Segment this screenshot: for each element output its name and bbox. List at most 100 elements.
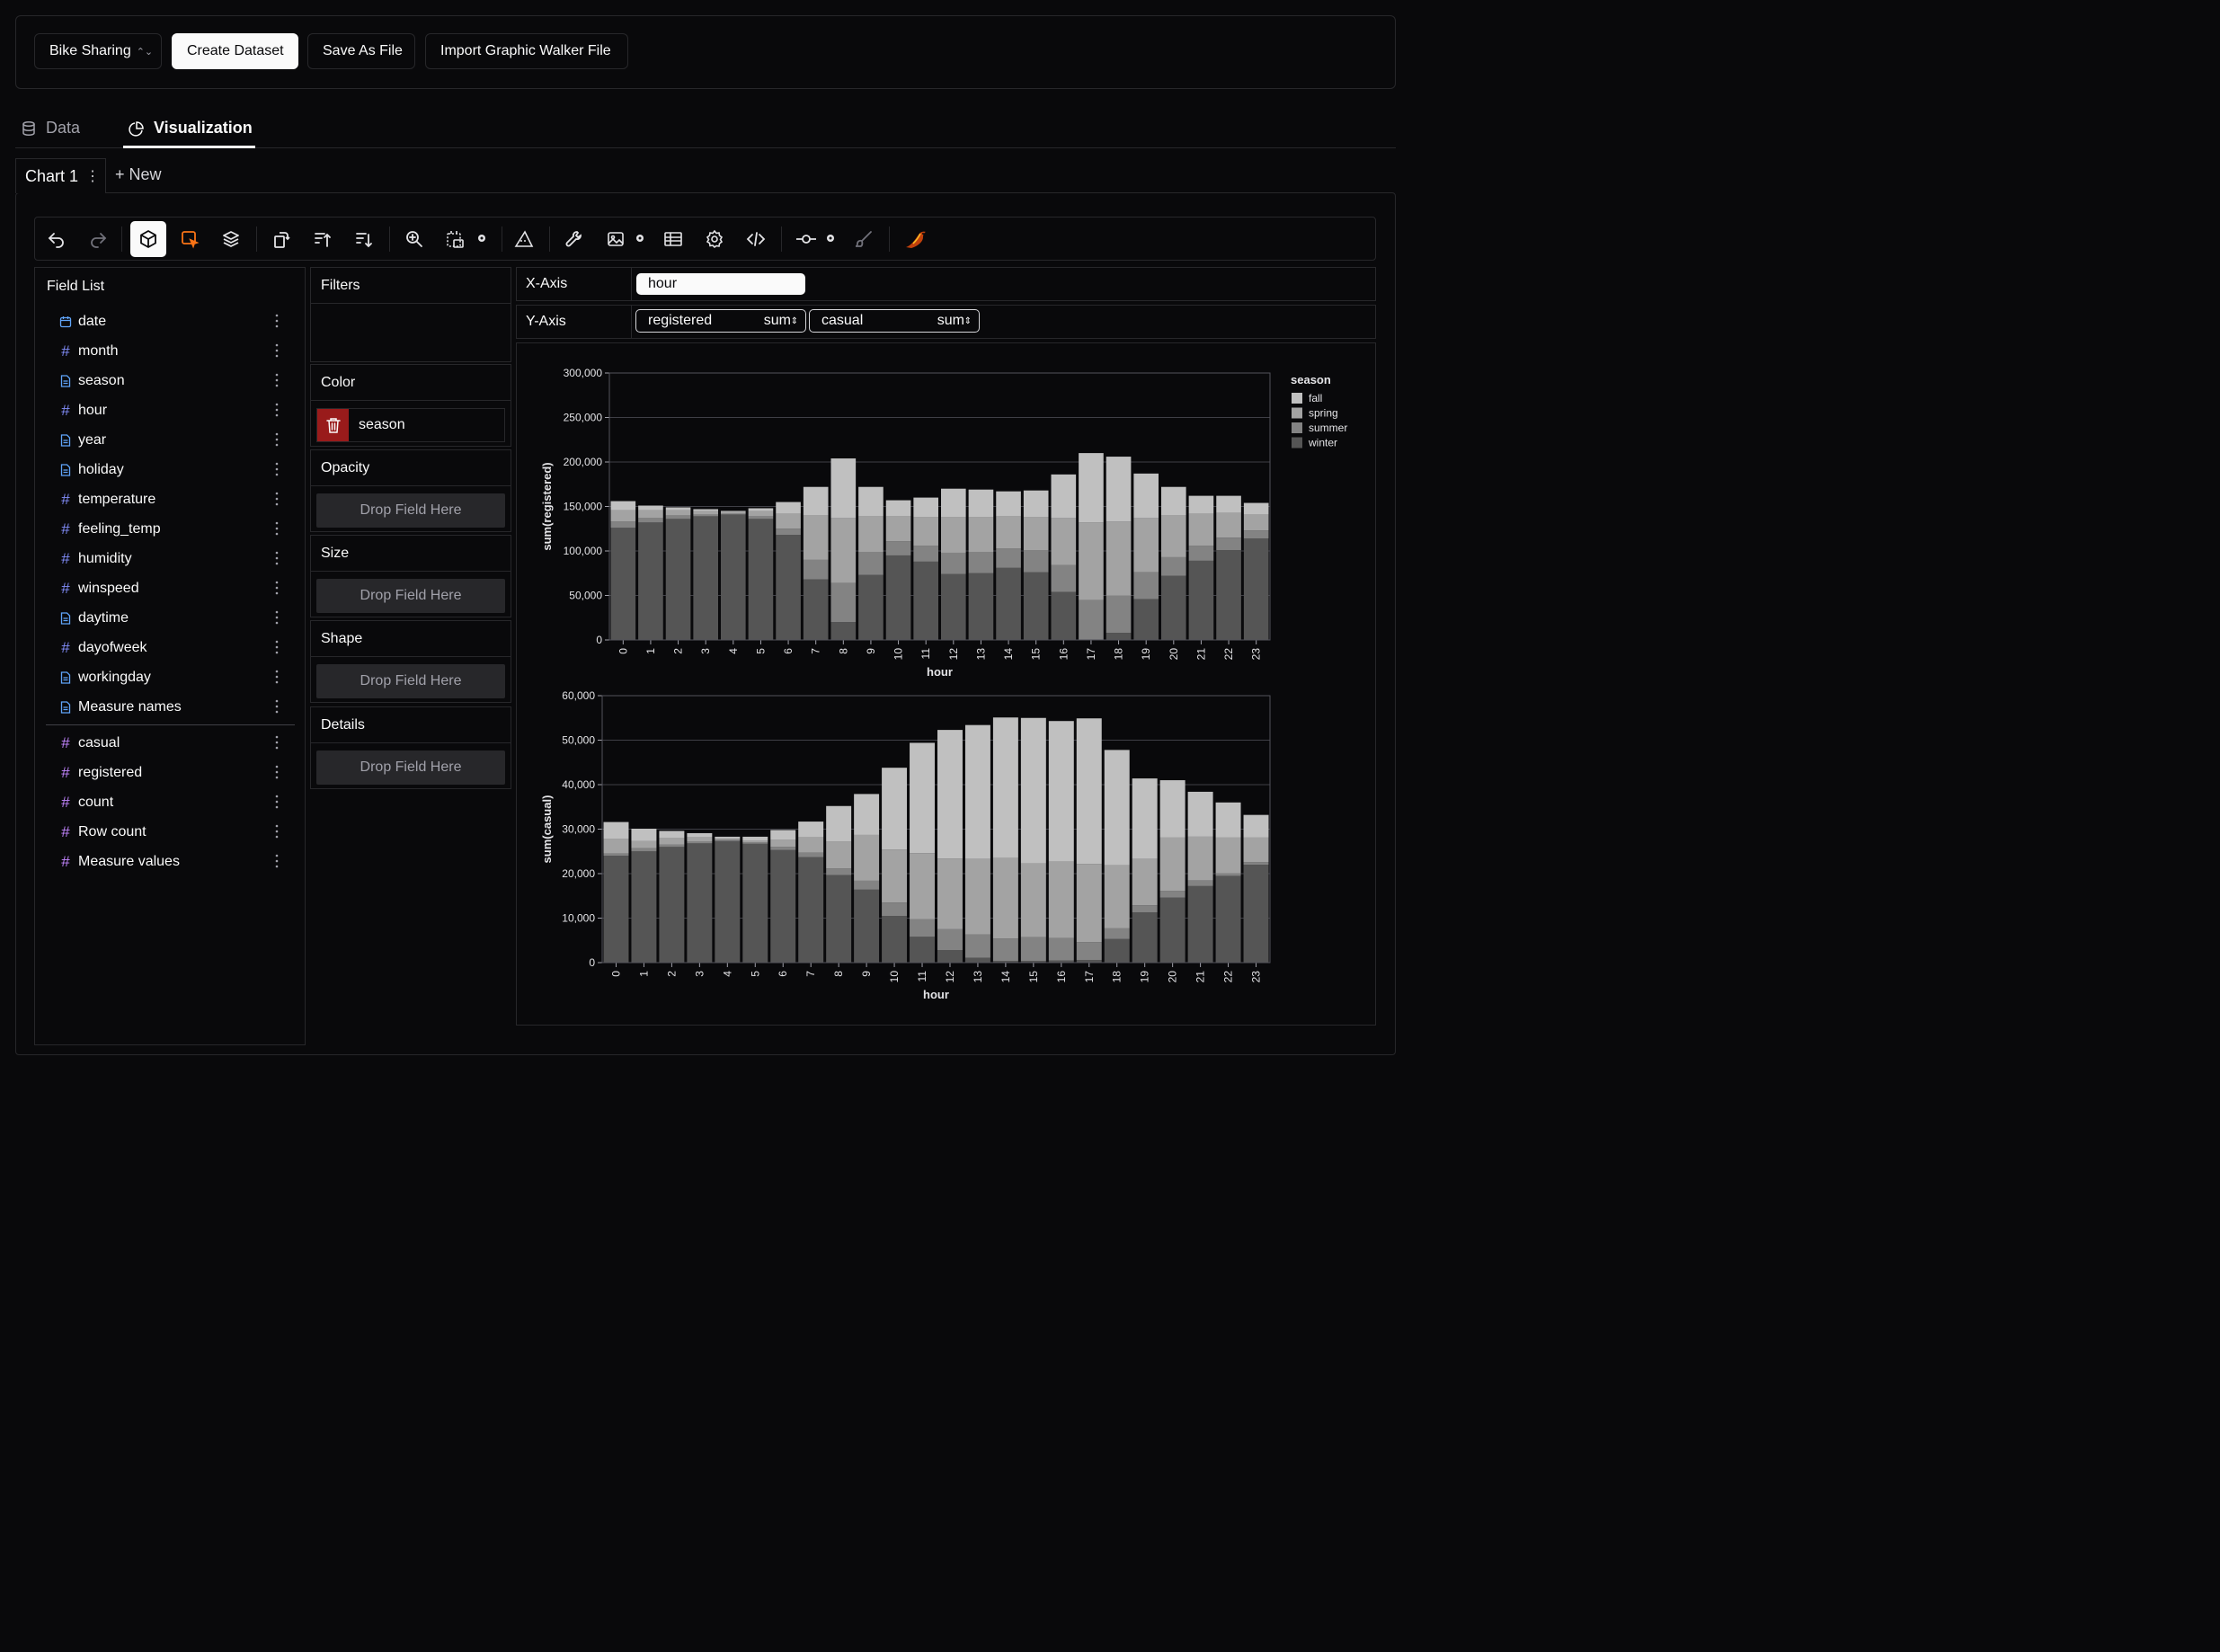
field-item[interactable]: date <box>58 311 291 333</box>
field-item[interactable]: # count <box>58 792 291 813</box>
field-item[interactable]: Measure names <box>58 697 291 718</box>
layout-size-button[interactable] <box>438 221 474 257</box>
more-vertical-icon[interactable] <box>274 372 280 388</box>
more-vertical-icon[interactable] <box>274 669 280 685</box>
redo-button[interactable] <box>80 221 116 257</box>
bar-fall <box>1243 502 1269 515</box>
field-item[interactable]: # Measure values <box>58 851 291 873</box>
code-button[interactable] <box>738 221 774 257</box>
y-tick-label: 0 <box>589 956 595 969</box>
scale-icon <box>514 230 534 247</box>
kanaries-logo-button[interactable] <box>898 221 934 257</box>
paint-button[interactable] <box>846 221 882 257</box>
field-item[interactable]: # Row count <box>58 822 291 843</box>
sort-ascending-button[interactable] <box>305 221 341 257</box>
bar-winter <box>665 519 691 640</box>
gear-icon[interactable] <box>825 233 836 244</box>
dataset-selector[interactable]: Bike Sharing ⌃⌄ <box>34 33 162 69</box>
mark-type-button[interactable] <box>130 221 166 257</box>
x-tick-label: 22 <box>1222 971 1235 983</box>
more-vertical-icon[interactable] <box>274 853 280 869</box>
agg-label[interactable]: sum <box>764 313 791 329</box>
more-vertical-icon[interactable] <box>274 609 280 626</box>
field-item[interactable]: # humidity <box>58 548 291 570</box>
more-vertical-icon[interactable] <box>274 550 280 566</box>
format-button[interactable] <box>556 221 592 257</box>
bar-fall <box>803 486 829 516</box>
y-axis-field-pill-registered[interactable]: registered sum ⇕ <box>635 309 806 333</box>
bar-winter <box>996 567 1021 640</box>
field-item[interactable]: # feeling_temp <box>58 519 291 540</box>
settings-button[interactable] <box>697 221 733 257</box>
field-item[interactable]: # winspeed <box>58 578 291 600</box>
import-file-button[interactable]: Import Graphic Walker File <box>425 33 628 69</box>
chart-svg: 050,000100,000150,000200,000250,000300,0… <box>540 367 1347 1001</box>
scale-button[interactable] <box>506 221 542 257</box>
more-vertical-icon[interactable] <box>274 402 280 418</box>
field-item[interactable]: workingday <box>58 667 291 688</box>
create-dataset-button[interactable]: Create Dataset <box>172 33 298 69</box>
more-vertical-icon[interactable] <box>274 431 280 448</box>
field-item[interactable]: # month <box>58 341 291 362</box>
new-chart-button[interactable]: + New <box>115 158 162 191</box>
more-vertical-icon[interactable] <box>274 342 280 359</box>
more-vertical-icon[interactable] <box>274 764 280 780</box>
x-tick-label: 13 <box>974 648 987 661</box>
x-tick-label: 2 <box>672 648 685 654</box>
bar-winter <box>1161 575 1186 640</box>
gear-icon[interactable] <box>476 233 487 244</box>
bar-spring <box>1215 837 1241 874</box>
agg-label[interactable]: sum <box>937 313 964 329</box>
more-vertical-icon[interactable] <box>274 461 280 477</box>
data-table-button[interactable] <box>655 221 691 257</box>
bar-winter <box>770 849 796 963</box>
more-vertical-icon[interactable] <box>274 794 280 810</box>
commit-button[interactable] <box>788 221 824 257</box>
more-vertical-icon[interactable] <box>274 823 280 839</box>
sort-descending-button[interactable] <box>346 221 382 257</box>
legend-label: winter <box>1308 437 1337 449</box>
bar-summer <box>770 847 796 850</box>
field-item[interactable]: holiday <box>58 459 291 481</box>
more-vertical-icon[interactable] <box>274 313 280 329</box>
interaction-button[interactable] <box>172 221 208 257</box>
tab-data[interactable]: Data <box>21 108 80 148</box>
save-as-file-button[interactable]: Save As File <box>307 33 415 69</box>
transpose-button[interactable] <box>263 221 299 257</box>
bar-winter <box>715 840 741 963</box>
gear-icon[interactable] <box>635 233 645 244</box>
bar-spring <box>1188 513 1214 546</box>
field-item[interactable]: # hour <box>58 400 291 422</box>
more-vertical-icon[interactable] <box>274 491 280 507</box>
tab-visualization[interactable]: Visualization <box>129 108 253 148</box>
field-item[interactable]: # casual <box>58 733 291 754</box>
more-vertical-icon[interactable] <box>274 639 280 655</box>
trash-icon[interactable] <box>317 409 349 441</box>
chevron-updown-icon: ⇕ <box>790 315 798 326</box>
export-image-button[interactable] <box>598 221 634 257</box>
more-vertical-icon[interactable] <box>274 734 280 751</box>
field-item[interactable]: year <box>58 430 291 451</box>
more-vertical-icon[interactable] <box>274 520 280 537</box>
field-item[interactable]: daytime <box>58 608 291 629</box>
opacity-drop-zone[interactable]: Drop Field Here <box>316 493 505 528</box>
more-vertical-icon[interactable]: ⋮ <box>85 167 100 185</box>
y-axis-field-pill-casual[interactable]: casual sum ⇕ <box>809 309 980 333</box>
more-vertical-icon[interactable] <box>274 698 280 715</box>
shape-drop-zone[interactable]: Drop Field Here <box>316 664 505 698</box>
field-item[interactable]: # dayofweek <box>58 637 291 659</box>
details-drop-zone[interactable]: Drop Field Here <box>316 751 505 785</box>
undo-button[interactable] <box>39 221 75 257</box>
stack-mode-button[interactable] <box>213 221 249 257</box>
new-chart-label: + New <box>115 164 162 183</box>
zoom-button[interactable] <box>396 221 432 257</box>
field-item[interactable]: season <box>58 370 291 392</box>
size-drop-zone[interactable]: Drop Field Here <box>316 579 505 613</box>
more-vertical-icon[interactable] <box>274 580 280 596</box>
color-field-pill[interactable]: season <box>316 408 505 442</box>
chart-tab-1[interactable]: Chart 1 ⋮ <box>15 158 106 193</box>
field-item[interactable]: # temperature <box>58 489 291 511</box>
x-axis-field-pill[interactable]: hour <box>636 273 805 295</box>
field-item[interactable]: # registered <box>58 762 291 784</box>
field-name: count <box>78 795 114 810</box>
